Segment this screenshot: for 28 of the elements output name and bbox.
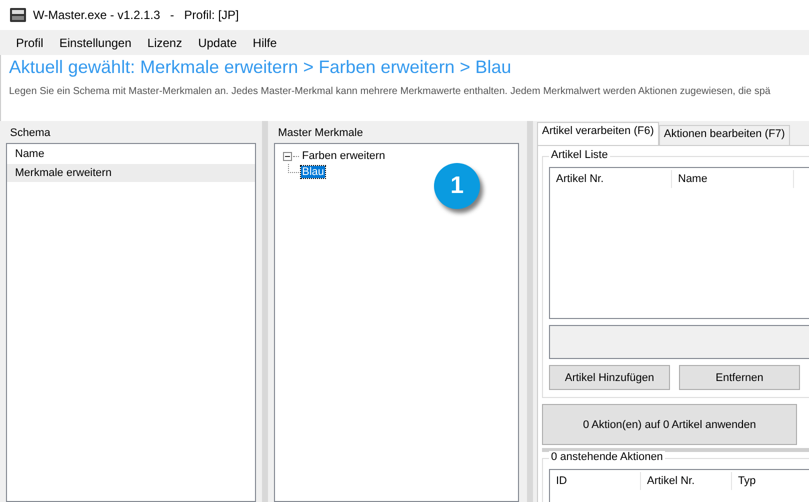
column-header: Typ <box>732 472 809 490</box>
action-button[interactable]: Artikel Hinzufügen <box>549 365 670 390</box>
tree-node[interactable]: Blau <box>301 166 326 178</box>
column-header: Artikel Nr. <box>550 170 672 188</box>
column-header: Name <box>14 147 46 162</box>
tab[interactable]: Artikel verarbeiten (F6) <box>537 122 659 145</box>
list-item[interactable]: Merkmale erweitern <box>7 164 255 182</box>
group-label: Artikel Liste <box>549 149 610 161</box>
column-header: Artikel Nr. <box>641 472 732 490</box>
column-header: ID <box>550 472 641 490</box>
group-label: 0 anstehende Aktionen <box>549 451 665 463</box>
tree-node[interactable]: Farben erweitern <box>301 150 386 162</box>
panel-label: Schema <box>10 127 52 139</box>
menu-item[interactable]: Update <box>190 36 245 50</box>
window-title: W-Master.exe - v1.2.1.3 - Profil: [JP] <box>33 8 239 22</box>
column-header: Name <box>672 170 794 188</box>
app-icon <box>10 8 26 22</box>
menu-item[interactable]: Hilfe <box>244 36 285 50</box>
collapse-icon[interactable] <box>283 152 292 160</box>
action-button[interactable]: Entfernen <box>679 365 800 390</box>
menu-item[interactable]: Einstellungen <box>51 36 140 50</box>
tab[interactable]: Aktionen bearbeiten (F7) <box>658 125 790 145</box>
menu-item[interactable]: Lizenz <box>139 36 190 50</box>
panel-label: Master Merkmale <box>278 127 364 139</box>
page-heading: Aktuell gewählt: Merkmale erweitern > Farben erweitern > Blau <box>9 57 512 78</box>
menu-item[interactable]: Profil <box>8 36 52 50</box>
apply-button[interactable]: 0 Aktion(en) auf 0 Artikel anwenden <box>542 404 797 445</box>
description: Legen Sie ein Schema mit Master-Merkmalen an. Jedes Master-Merkmal kann mehrere Merkmawerte enthalten. Jedem Merkmalwert werden Aktionen zugewiesen, die spä <box>9 86 772 97</box>
